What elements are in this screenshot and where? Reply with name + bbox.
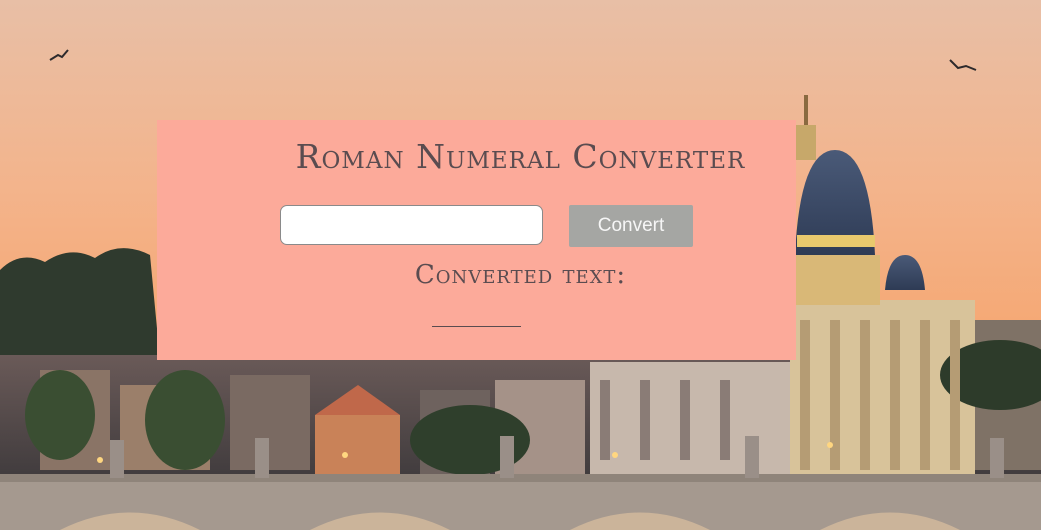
converted-result-value bbox=[432, 298, 521, 327]
converted-text-label: Converted text: bbox=[414, 260, 627, 290]
page-title: Roman Numeral Converter bbox=[295, 137, 746, 176]
number-input[interactable] bbox=[280, 205, 543, 245]
convert-button[interactable]: Convert bbox=[569, 205, 693, 247]
